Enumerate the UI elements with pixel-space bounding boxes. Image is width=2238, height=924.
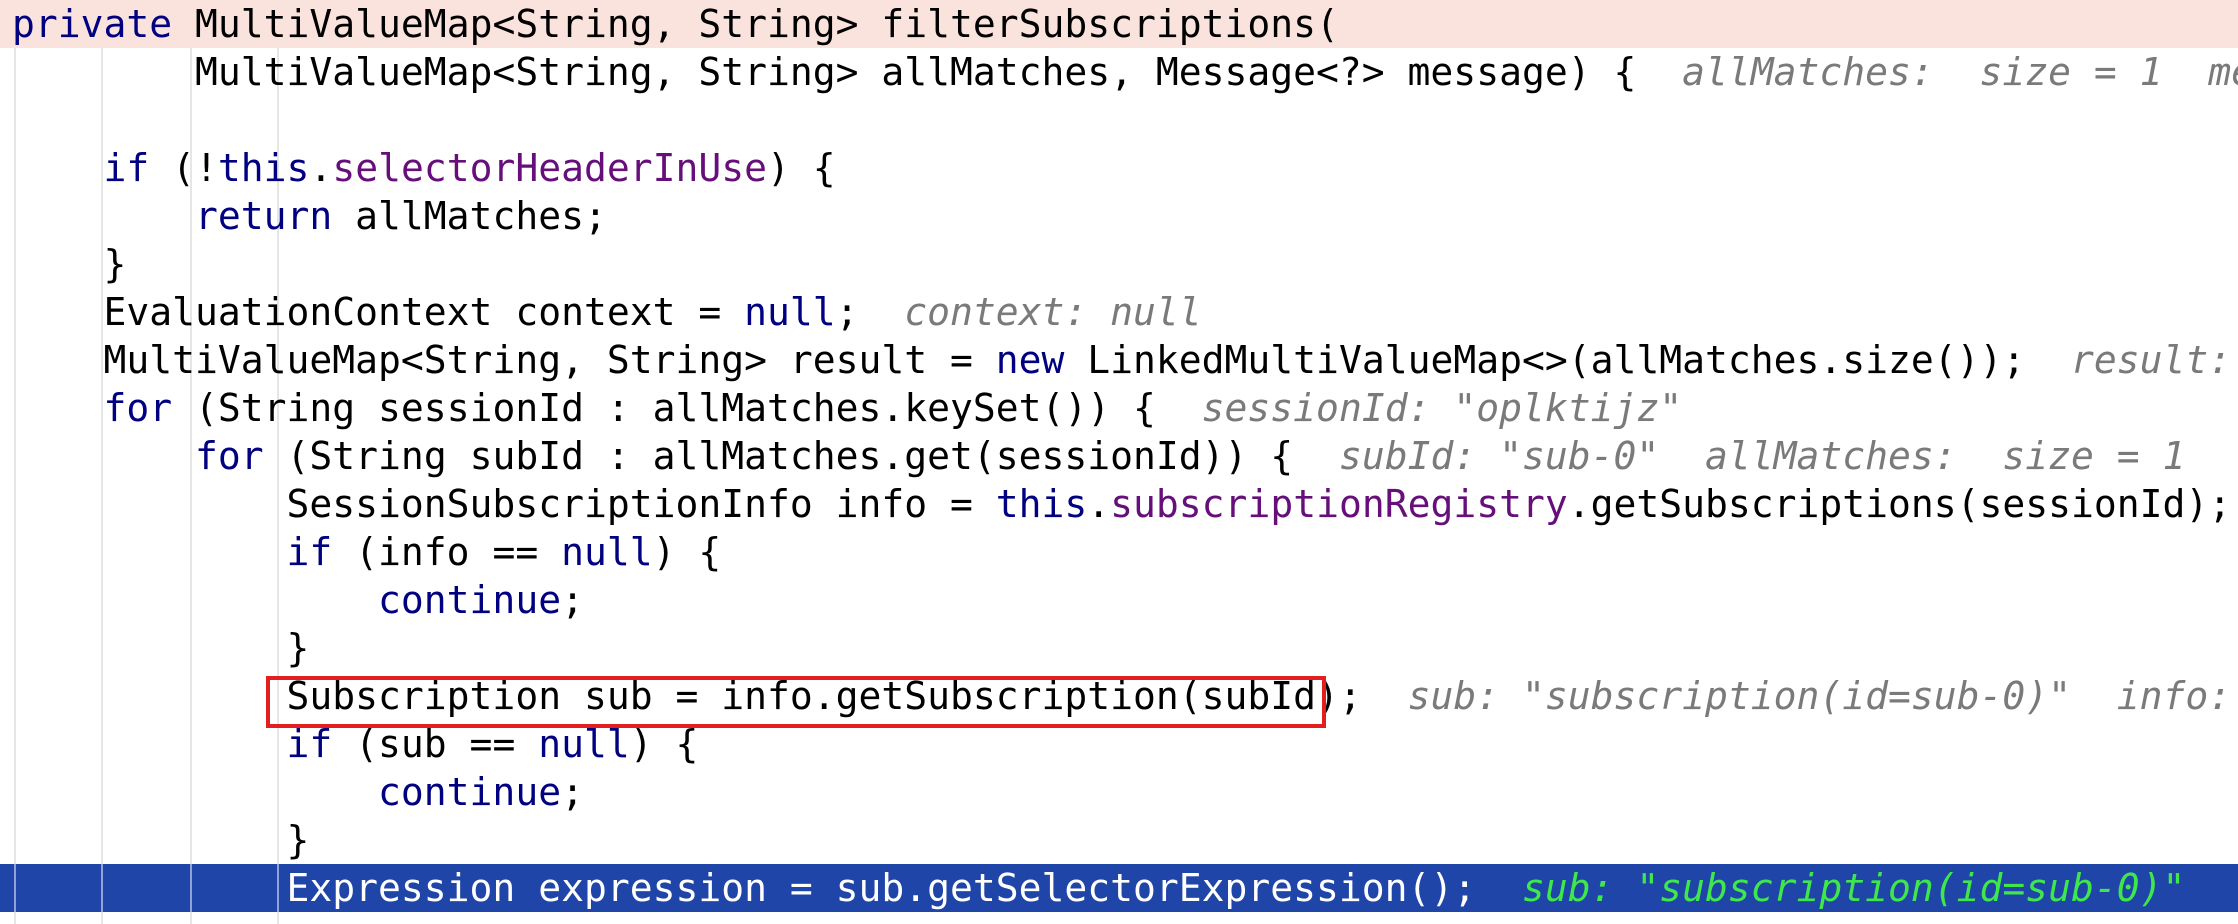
keyword-token: if — [12, 530, 356, 574]
keyword-token: continue — [12, 578, 562, 622]
keyword-token: null — [538, 722, 630, 766]
keyword-token: new — [995, 338, 1088, 382]
code-token: (info == — [355, 530, 562, 574]
code-token: (String subId : allMatches.get(sessionId… — [286, 434, 1339, 478]
field-token: selectorHeaderInUse — [332, 146, 768, 190]
code-line[interactable]: SessionSubscriptionInfo info = this.subs… — [0, 480, 2238, 528]
code-line[interactable]: return allMatches; — [0, 192, 2238, 240]
keyword-token: this — [995, 482, 1088, 526]
code-line[interactable]: } — [0, 816, 2238, 864]
code-token: } — [12, 626, 310, 670]
code-line[interactable]: } — [0, 624, 2238, 672]
indent-guide — [277, 864, 279, 912]
code-line[interactable]: } — [0, 240, 2238, 288]
keyword-token: private — [12, 2, 196, 46]
code-token: (sub == — [355, 722, 539, 766]
code-line[interactable]: MultiValueMap<String, String> result = n… — [0, 336, 2238, 384]
indent-guide — [101, 864, 103, 912]
code-line[interactable]: if (!this.selectorHeaderInUse) { — [0, 144, 2238, 192]
code-line[interactable]: for (String subId : allMatches.get(sessi… — [0, 432, 2238, 480]
debugger-inline-value: sub: "subscription(id=sub-0)" info: "[s — [1407, 674, 2238, 718]
code-token: ) { — [629, 722, 699, 766]
code-line[interactable]: MultiValueMap<String, String> allMatches… — [0, 48, 2238, 96]
code-editor[interactable]: private MultiValueMap<String, String> fi… — [0, 0, 2238, 924]
debugger-inline-value: sub: "subscription(id=sub-0)" — [1521, 866, 2186, 910]
code-token: allMatches; — [355, 194, 607, 238]
code-line[interactable] — [0, 96, 2238, 144]
code-token: (String sessionId : allMatches.keySet())… — [195, 386, 1202, 430]
code-token: EvaluationContext context = — [12, 290, 745, 334]
indent-guide — [14, 864, 16, 912]
code-line[interactable]: private MultiValueMap<String, String> fi… — [0, 0, 2238, 48]
code-token: } — [12, 242, 127, 286]
code-token: .getSubscriptions(sessionId); — [1567, 482, 2238, 526]
code-token: SessionSubscriptionInfo info = — [12, 482, 996, 526]
code-token: LinkedMultiValueMap<>(allMatches.size())… — [1087, 338, 2072, 382]
code-token: Expression expression = sub.getSelectorE… — [12, 866, 1522, 910]
keyword-token: this — [217, 146, 310, 190]
keyword-token: for — [12, 434, 287, 478]
code-token: (! — [172, 146, 218, 190]
code-line[interactable]: continue; — [0, 768, 2238, 816]
code-line[interactable]: if (info == null) { — [0, 528, 2238, 576]
code-token: ; — [561, 578, 584, 622]
debugger-inline-value: sessionId: "oplktijz" — [1201, 386, 1683, 430]
annotation-highlight-box — [266, 676, 1326, 728]
debugger-inline-value: allMatches: size = 1 message — [1682, 50, 2238, 94]
keyword-token: null — [561, 530, 653, 574]
code-token: ; — [561, 770, 584, 814]
keyword-token: null — [744, 290, 836, 334]
code-line[interactable]: EvaluationContext context = null; contex… — [0, 288, 2238, 336]
code-token: MultiValueMap<String, String> result = — [12, 338, 996, 382]
code-token: . — [309, 146, 333, 190]
keyword-token: continue — [12, 770, 562, 814]
debugger-inline-value: subId: "sub-0" allMatches: size = 1 — [1338, 434, 2186, 478]
keyword-token: return — [12, 194, 356, 238]
code-token: } — [12, 818, 310, 862]
field-token: subscriptionRegistry — [1110, 482, 1568, 526]
code-line[interactable]: for (String sessionId : allMatches.keySe… — [0, 384, 2238, 432]
debugger-inline-value: result: si — [2071, 338, 2232, 382]
keyword-token: if — [12, 146, 173, 190]
code-line[interactable]: continue; — [0, 576, 2238, 624]
code-token: . — [1087, 482, 1111, 526]
debugger-inline-value: context: null — [904, 290, 1202, 334]
code-token: ) { — [767, 146, 836, 190]
code-token: ; — [835, 290, 905, 334]
execution-point-line[interactable]: Expression expression = sub.getSelectorE… — [0, 864, 2238, 912]
code-token: MultiValueMap<String, String> allMatches… — [12, 50, 1660, 94]
keyword-token: if — [12, 722, 356, 766]
keyword-token: for — [12, 386, 196, 430]
indent-guide — [190, 864, 192, 912]
code-token: MultiValueMap<String, String> filterSubs… — [195, 2, 1339, 46]
code-token: ) { — [652, 530, 722, 574]
